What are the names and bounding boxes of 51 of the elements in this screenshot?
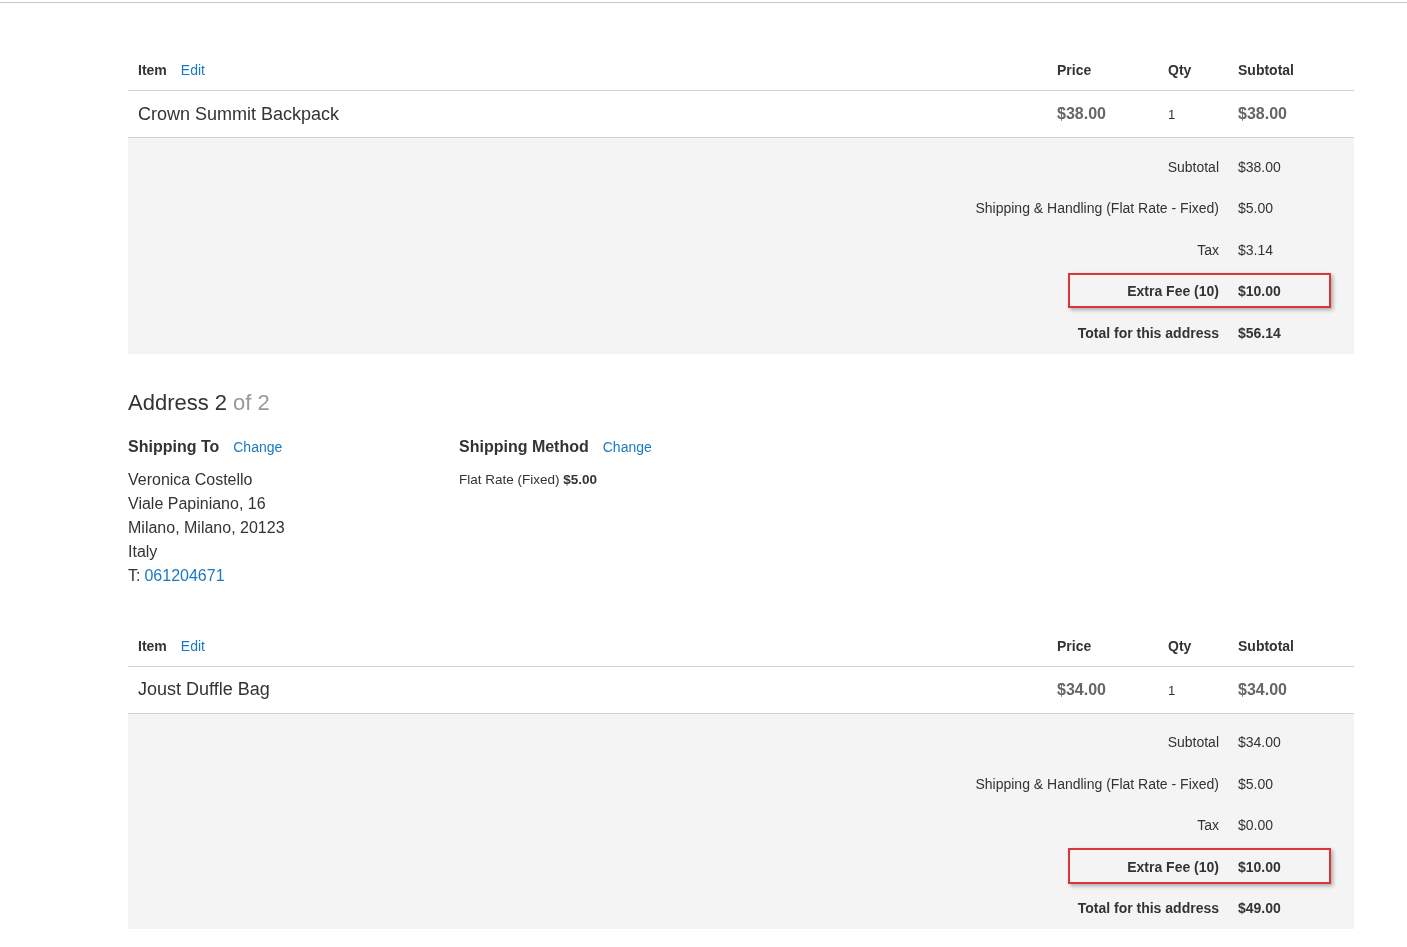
phone-link[interactable]: 061204671: [144, 563, 225, 588]
total-label: Shipping & Handling (Flat Rate - Fixed): [974, 200, 1220, 217]
total-value: $38.00: [1238, 158, 1282, 175]
total-label: Tax: [1196, 817, 1220, 834]
address-line: Viale Papiniano, 16: [128, 493, 267, 514]
change-link[interactable]: Change: [233, 438, 283, 455]
total-value: $56.14: [1238, 324, 1282, 341]
column-header: Qty: [1168, 637, 1192, 654]
total-value: $5.00: [1238, 775, 1275, 792]
shipping-method-title: Shipping Method: [459, 437, 589, 456]
total-label: Total for this address: [1076, 900, 1220, 917]
total-value: $0.00: [1238, 817, 1275, 834]
total-label: Extra Fee (10): [1126, 858, 1220, 875]
column-header: Item: [138, 637, 167, 654]
address-line: Milano, Milano, 20123: [128, 517, 286, 538]
product-name: Joust Duffle Bag: [138, 679, 270, 700]
subtotal-cell: $34.00: [1238, 680, 1287, 698]
total-value: $5.00: [1238, 200, 1275, 217]
column-header: Item: [138, 62, 167, 78]
address-heading: Address 2: [128, 389, 228, 416]
total-label: Shipping & Handling (Flat Rate - Fixed): [974, 775, 1220, 792]
address-line: Veronica Costello: [128, 469, 254, 490]
qty-cell: 1: [1168, 682, 1176, 698]
total-value: $10.00: [1238, 858, 1282, 875]
column-header: Price: [1057, 62, 1092, 78]
column-header: Qty: [1168, 62, 1192, 78]
price-cell: $34.00: [1057, 680, 1106, 698]
address-line: Italy: [128, 541, 159, 562]
total-value: $49.00: [1238, 900, 1282, 917]
total-label: Subtotal: [1166, 158, 1220, 175]
product-name: Crown Summit Backpack: [138, 103, 340, 125]
total-value: $3.14: [1238, 241, 1275, 258]
total-label: Total for this address: [1076, 324, 1220, 341]
column-header: Price: [1057, 637, 1092, 654]
total-value: $34.00: [1238, 734, 1282, 751]
edit-link[interactable]: Edit: [180, 62, 205, 78]
total-value: $10.00: [1238, 283, 1282, 300]
total-label: Tax: [1196, 241, 1220, 258]
shipping-method-text: Flat Rate (Fixed) $5.00: [459, 471, 598, 487]
qty-cell: 1: [1168, 107, 1176, 122]
phone-label: T:: [128, 565, 141, 586]
price-cell: $38.00: [1057, 105, 1106, 122]
column-header: Subtotal: [1238, 637, 1294, 654]
total-label: Subtotal: [1166, 734, 1220, 751]
total-label: Extra Fee (10): [1126, 283, 1220, 300]
shipping-to-title: Shipping To: [128, 437, 220, 456]
column-header: Subtotal: [1238, 62, 1294, 78]
address-count: of 2: [233, 389, 270, 416]
subtotal-cell: $38.00: [1238, 105, 1287, 122]
change-link[interactable]: Change: [602, 438, 652, 455]
edit-link[interactable]: Edit: [180, 637, 205, 654]
